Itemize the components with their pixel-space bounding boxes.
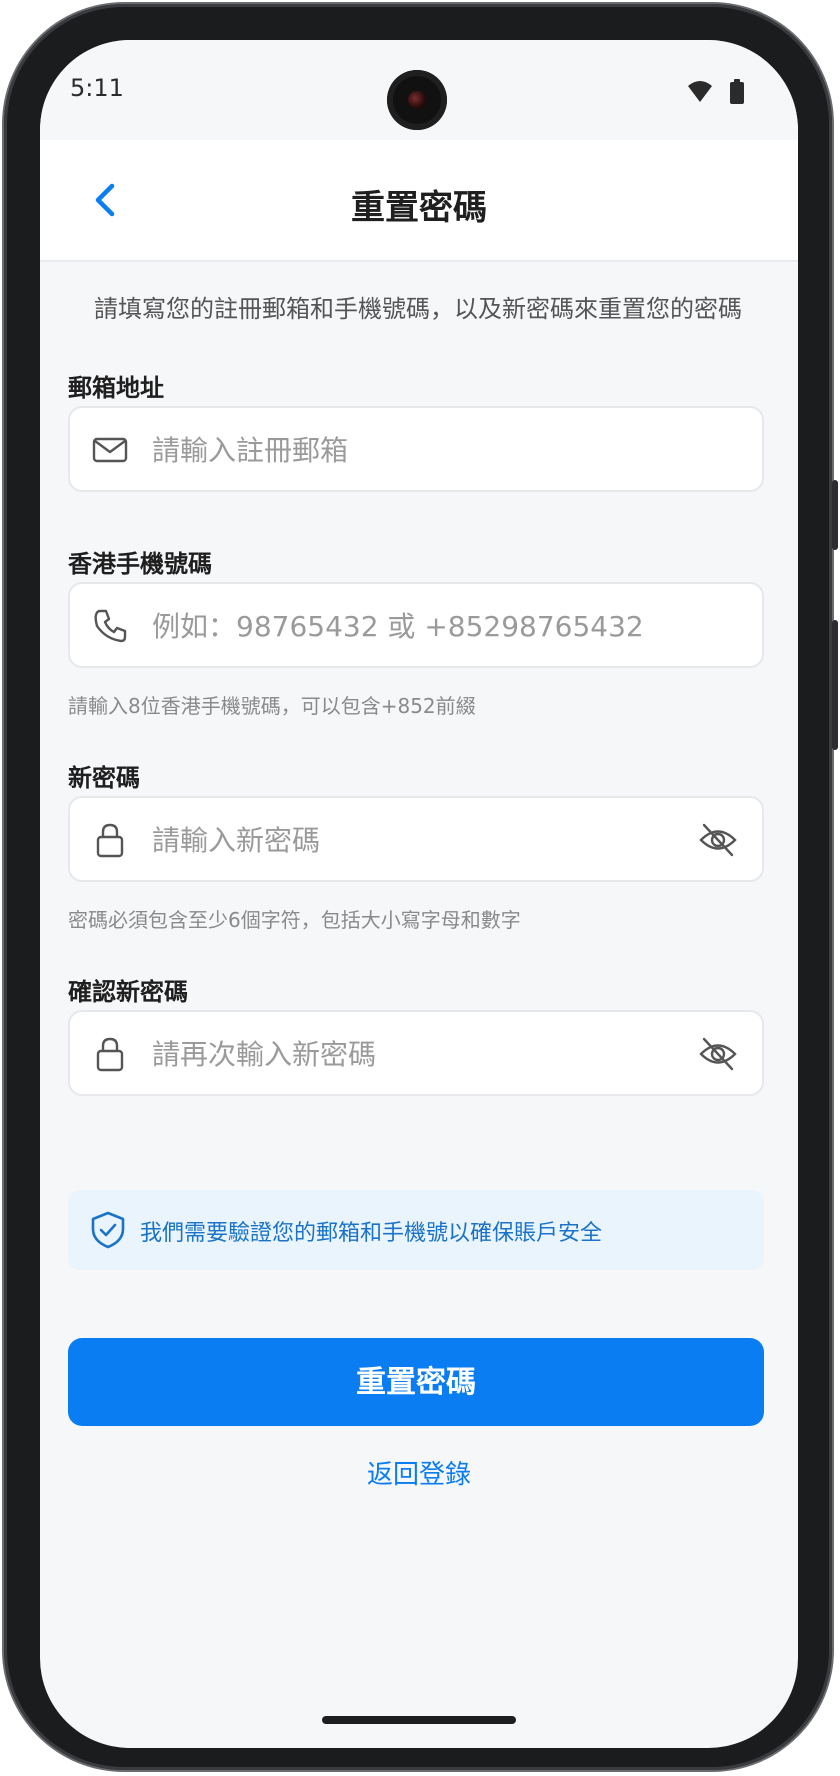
new-password-hint: 密碼必須包含至少6個字符，包括大小寫字母和數字 xyxy=(68,908,521,932)
new-password-field[interactable] xyxy=(68,796,764,882)
page-title: 重置密碼 xyxy=(351,188,487,228)
email-field[interactable] xyxy=(68,406,764,492)
new-password-label: 新密碼 xyxy=(68,764,140,792)
security-notice-text: 我們需要驗證您的郵箱和手機號以確保賬戶安全 xyxy=(140,1221,603,1246)
phone-hint: 請輸入8位香港手機號碼，可以包含+852前綴 xyxy=(68,694,476,718)
confirm-password-label: 確認新密碼 xyxy=(68,978,188,1006)
phone-field[interactable] xyxy=(68,582,764,668)
status-bar: 5:11 xyxy=(40,40,798,140)
battery-icon xyxy=(730,82,744,104)
front-camera xyxy=(387,70,447,130)
volume-button xyxy=(832,620,838,750)
email-label: 郵箱地址 xyxy=(68,374,164,402)
phone-input[interactable] xyxy=(150,584,674,668)
reset-password-button[interactable]: 重置密碼 xyxy=(68,1338,764,1426)
confirm-password-field[interactable] xyxy=(68,1010,764,1096)
wifi-icon xyxy=(688,81,712,102)
power-button xyxy=(832,480,838,550)
confirm-password-input[interactable] xyxy=(150,1012,674,1096)
lock-icon xyxy=(96,1037,124,1072)
page-description: 請填寫您的註冊郵箱和手機號碼，以及新密碼來重置您的密碼 xyxy=(94,295,742,323)
status-icons xyxy=(688,79,744,104)
back-to-login-link[interactable]: 返回登錄 xyxy=(40,1454,798,1491)
home-indicator[interactable] xyxy=(322,1716,516,1724)
eye-off-icon[interactable] xyxy=(698,1035,738,1073)
shield-check-icon xyxy=(91,1211,125,1249)
phone-label: 香港手機號碼 xyxy=(68,550,212,578)
status-time: 5:11 xyxy=(70,74,124,102)
lock-icon xyxy=(96,823,124,858)
phone-icon xyxy=(94,609,127,643)
app-header: 重置密碼 xyxy=(40,140,798,262)
screen: 5:11 重置密碼 請填寫您的註冊郵箱和手機號碼，以及新密碼來重置您的密碼 郵箱… xyxy=(40,40,798,1748)
eye-off-icon[interactable] xyxy=(698,821,738,859)
email-input[interactable] xyxy=(150,408,674,492)
new-password-input[interactable] xyxy=(150,798,674,882)
security-notice: 我們需要驗證您的郵箱和手機號以確保賬戶安全 xyxy=(68,1190,764,1270)
mail-icon xyxy=(92,437,128,463)
